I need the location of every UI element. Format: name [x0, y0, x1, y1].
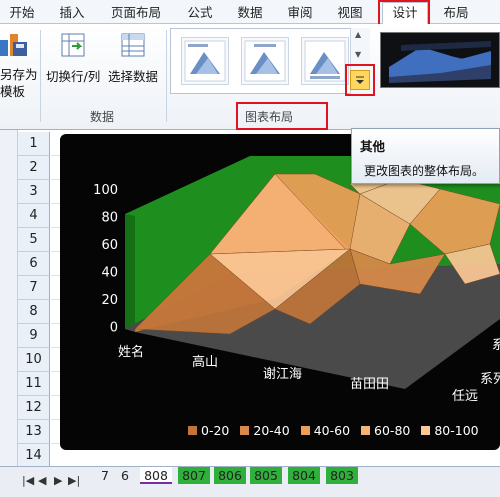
next-sheet-button[interactable]: ▶	[54, 474, 62, 487]
legend-label: 40-60	[313, 422, 351, 438]
sheet-tab[interactable]: 804	[288, 467, 320, 484]
excel-window: { "ribbon_tabs": ["开始", "插入", "页面布局", "公…	[0, 0, 500, 497]
legend-label: 20-40	[253, 422, 290, 438]
sheet-tab[interactable]: 807	[178, 467, 210, 484]
tab-layout[interactable]: 布局	[438, 3, 474, 22]
save-as-template-label-1: 另存为	[0, 67, 38, 82]
sheet-tab[interactable]: 803	[326, 467, 358, 484]
row-header[interactable]: 14	[18, 444, 50, 468]
legend-swatch	[240, 425, 250, 435]
category-label: 姓名	[118, 344, 144, 360]
z-axis-tick-label: 20	[101, 293, 118, 308]
category-label: 任远	[452, 389, 478, 404]
sheet-tab[interactable]: 808	[140, 467, 172, 484]
sheet-tab[interactable]: 806	[214, 467, 246, 484]
row-header[interactable]: 3	[18, 180, 50, 204]
chart-style-thumbnail[interactable]	[380, 32, 500, 88]
category-label: 谢江海	[263, 366, 302, 382]
z-axis-tick-label: 60	[101, 238, 118, 253]
legend-item: 20-40	[240, 422, 290, 438]
sheet-tab[interactable]: 6	[116, 467, 134, 484]
switch-row-column-icon	[61, 33, 85, 57]
legend-item: 60-80	[361, 422, 410, 438]
chart-side-wall	[125, 214, 135, 329]
row-header[interactable]: 4	[18, 204, 50, 228]
first-sheet-button[interactable]: |◀	[22, 474, 34, 487]
design-tab-highlight	[378, 0, 430, 26]
tooltip-title: 其他	[360, 139, 386, 154]
row-header[interactable]: 2	[18, 156, 50, 180]
ribbon-separator	[166, 30, 167, 122]
chart-layout-1[interactable]	[181, 37, 229, 85]
legend-swatch	[421, 425, 431, 435]
tab-insert[interactable]: 插入	[54, 3, 90, 22]
tab-review[interactable]: 审阅	[282, 3, 318, 22]
z-axis-tick-label: 40	[101, 266, 118, 281]
row-header[interactable]: 5	[18, 228, 50, 252]
tab-formulas[interactable]: 公式	[182, 3, 218, 22]
row-header[interactable]: 8	[18, 300, 50, 324]
z-axis-tick-label: 80	[101, 211, 118, 226]
legend-label: 0-20	[201, 422, 230, 438]
chart-layout-3-icon	[304, 40, 346, 82]
chart-layout-2[interactable]	[241, 37, 289, 85]
chart-layout-3[interactable]	[301, 37, 349, 85]
sheet-tab[interactable]: 805	[250, 467, 282, 484]
gallery-scroll-down-button[interactable]: ▼	[355, 50, 361, 59]
depth-axis-label: 系列	[480, 372, 500, 387]
legend-label: 60-80	[374, 422, 411, 438]
row-header[interactable]: 6	[18, 252, 50, 276]
left-strip	[0, 130, 18, 466]
legend-swatch	[300, 425, 310, 435]
chart-style-thumbnail-icon	[389, 41, 491, 83]
depth-axis-label: 系	[492, 338, 500, 353]
select-data-button[interactable]: 选择数据	[106, 26, 164, 102]
select-data-label: 选择数据	[108, 69, 159, 84]
tooltip-body: 更改图表的整体布局。	[364, 164, 485, 178]
tab-home[interactable]: 开始	[4, 3, 40, 22]
category-label: 高山	[192, 354, 218, 370]
last-sheet-button[interactable]: ▶|	[68, 474, 80, 487]
legend-item: 0-20	[188, 422, 229, 438]
legend-item: 80-100	[421, 422, 479, 438]
prev-sheet-button[interactable]: ◀	[38, 474, 46, 487]
row-header[interactable]: 1	[18, 132, 50, 156]
save-template-icon	[0, 34, 27, 56]
chart-layout-highlight	[236, 102, 328, 130]
more-tooltip: 其他 更改图表的整体布局。	[351, 128, 500, 184]
z-axis-ticks: 100 80 60 40 20 0	[93, 183, 118, 336]
row-header[interactable]: 9	[18, 324, 50, 348]
switch-row-column-button[interactable]: 切换行/列	[44, 26, 104, 102]
chart-legend: 0-20 20-40 40-60 60-80 80-100	[188, 422, 490, 438]
chart-layout-gallery	[170, 28, 370, 94]
select-data-icon	[121, 33, 145, 57]
legend-swatch	[361, 425, 371, 435]
save-as-template-button[interactable]: 另存为 模板	[0, 26, 38, 102]
more-button-highlight	[345, 64, 375, 96]
z-axis-tick-label: 0	[110, 321, 118, 336]
row-header[interactable]: 12	[18, 396, 50, 420]
tab-page-layout[interactable]: 页面布局	[104, 3, 168, 22]
legend-label: 80-100	[434, 422, 479, 438]
tab-view[interactable]: 视图	[332, 3, 368, 22]
row-header[interactable]: 10	[18, 348, 50, 372]
data-group-label: 数据	[90, 110, 115, 124]
legend-swatch	[188, 425, 197, 435]
save-as-template-label-2: 模板	[0, 84, 26, 99]
ribbon-body: 另存为 模板 切换行/列 选择数据 数据 ▲ ▼ 图表布局	[0, 24, 500, 130]
chart-layout-2-icon	[244, 40, 286, 82]
ribbon-separator	[40, 30, 41, 122]
row-header[interactable]: 7	[18, 276, 50, 300]
sheet-tab[interactable]: 7	[96, 467, 114, 484]
legend-item: 40-60	[300, 422, 351, 438]
z-axis-tick-label: 100	[93, 183, 118, 198]
tab-data[interactable]: 数据	[232, 3, 268, 22]
switch-row-column-label: 切换行/列	[46, 69, 101, 84]
row-header[interactable]: 11	[18, 372, 50, 396]
row-header[interactable]: 13	[18, 420, 50, 444]
chart-layout-1-icon	[184, 40, 226, 82]
sheet-tab-bar: |◀ ◀ ▶ ▶| 7 6 808 807 806 805 804 803	[0, 466, 500, 497]
category-label: 苗田田	[350, 377, 389, 392]
gallery-scroll-up-button[interactable]: ▲	[355, 30, 361, 39]
